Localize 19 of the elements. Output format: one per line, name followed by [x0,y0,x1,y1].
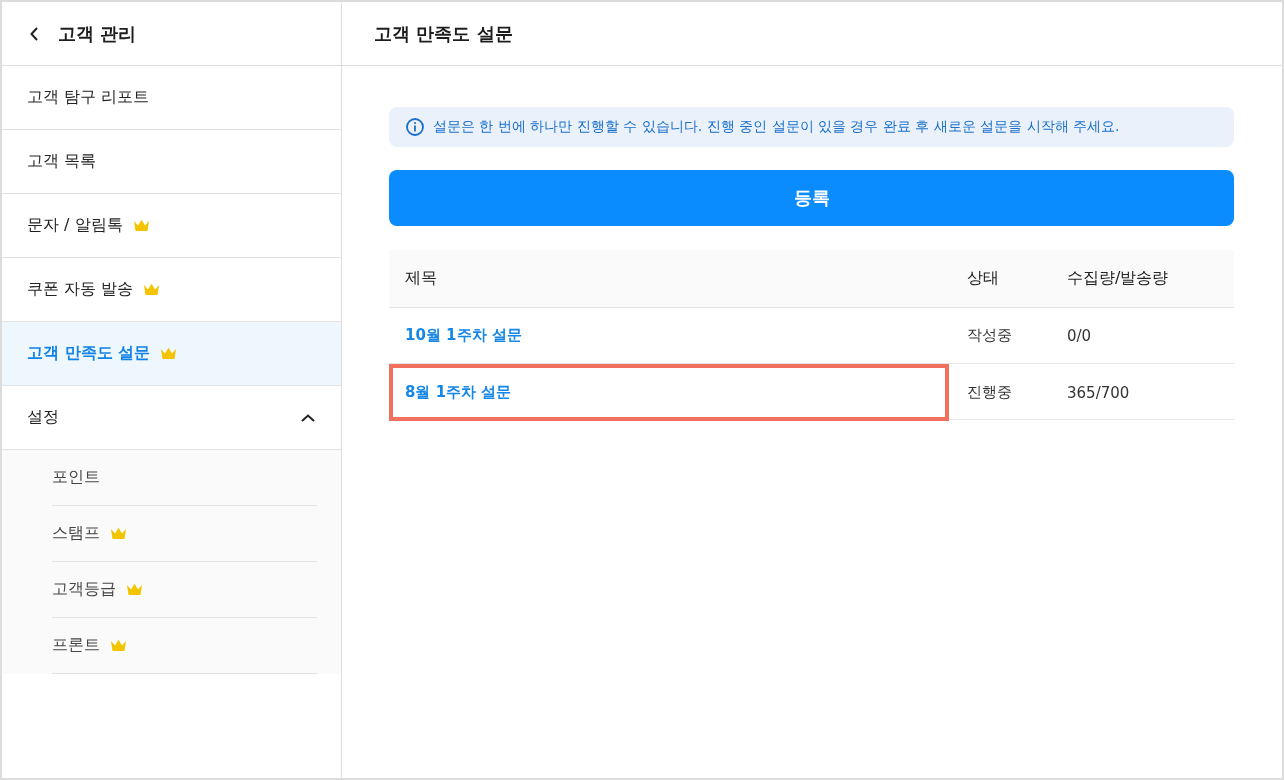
sidebar-subitem[interactable]: 고객등급 [52,562,317,618]
sidebar-title: 고객 관리 [58,21,137,46]
page-title: 고객 만족도 설문 [374,21,513,46]
sidebar-subitem[interactable]: 프론트 [52,618,317,674]
column-header: 수집량/발송량 [1066,267,1170,289]
info-icon [406,118,424,136]
status-cell-text: 진행중 [966,382,1013,403]
survey-title-link[interactable]: 10월 1주차 설문 [405,326,522,345]
count-cell-text: 365/700 [1066,382,1131,404]
back-icon[interactable] [30,26,38,41]
survey-title-link[interactable]: 8월 1주차 설문 [405,383,512,402]
sidebar-item[interactable]: 고객 만족도 설문 [2,322,341,386]
column-header: 상태 [966,267,1000,289]
notice-text: 설문은 한 번에 하나만 진행할 수 있습니다. 진행 중인 설문이 있을 경우 완료 후 새로운 설문을 시작해 주세요. [433,118,1120,136]
sidebar-subitem[interactable]: 스탬프 [52,506,317,562]
count-cell-text: 0/0 [1066,325,1093,347]
column-header: 제목 [404,267,438,289]
sidebar-subitem[interactable]: 포인트 [52,450,317,506]
status-cell-text: 작성중 [966,325,1013,346]
